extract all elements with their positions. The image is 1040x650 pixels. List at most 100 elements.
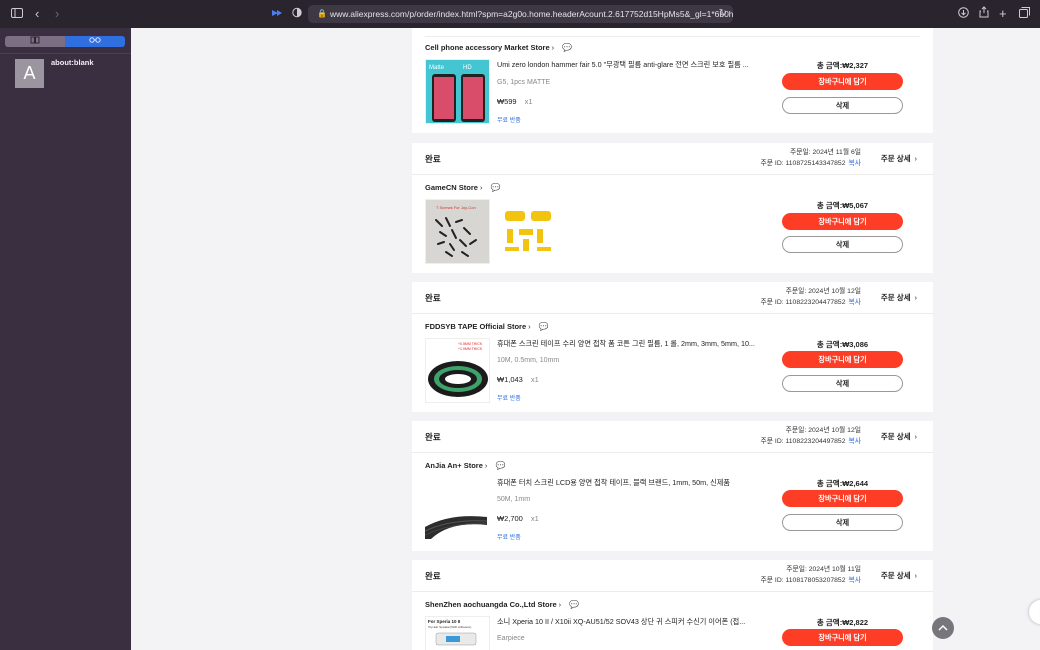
order-date: 주문일: 2024년 10월 12일 <box>785 427 861 434</box>
product-price: ₩2,700 x1 <box>497 514 539 523</box>
copy-id-button[interactable]: 복사 <box>848 299 861 306</box>
order-card: 완료 주문일: 2024년 11월 6일 주문 ID: 110872514334… <box>412 143 933 273</box>
order-details-link[interactable]: 주문 상세 › <box>881 292 917 303</box>
product-variant: 50M, 1mm <box>497 496 531 503</box>
add-to-cart-button[interactable]: 장바구니에 담기 <box>782 351 903 368</box>
order-card: Cell phone accessory Market Store › 💬 Mat… <box>412 28 933 133</box>
delete-order-button[interactable]: 삭제 <box>782 97 903 114</box>
order-id: 주문 ID: 1108725143347852 <box>760 159 846 167</box>
order-card-header: 완료 주문일: 2024년 10월 11일 주문 ID: 11081780532… <box>412 560 933 592</box>
order-id: 주문 ID: 1108178053207852 <box>760 576 846 584</box>
order-status: 완료 <box>425 154 441 164</box>
chat-icon[interactable]: 💬 <box>491 183 501 192</box>
chevron-right-icon: › <box>528 322 531 331</box>
scroll-to-top-button[interactable] <box>932 617 954 639</box>
chat-icon[interactable]: 💬 <box>569 600 579 609</box>
order-total: 총 금액:₩3,086 <box>816 340 869 349</box>
product-variant: 10M, 0.5mm, 10mm <box>497 357 560 364</box>
product-title[interactable]: 휴대폰 터치 스크린 LCD용 양면 접착 테이프, 블랙 브랜드, 1mm, … <box>497 478 759 488</box>
store-name[interactable]: AnJia An+ Store › 💬 <box>425 461 505 470</box>
sidebar-segmented-control <box>5 36 125 47</box>
add-to-cart-button[interactable]: 장바구니에 담기 <box>782 73 903 90</box>
back-icon[interactable]: ‹ <box>35 6 39 22</box>
glasses-icon <box>89 37 101 43</box>
order-status: 완료 <box>425 571 441 581</box>
chat-icon[interactable]: 💬 <box>539 322 549 331</box>
delete-order-button[interactable]: 삭제 <box>782 375 903 392</box>
order-meta: 주문일: 2024년 10월 12일 주문 ID: 11082232044778… <box>761 287 861 308</box>
product-thumbnail-2[interactable] <box>497 199 562 264</box>
order-card-header: 완료 주문일: 2024년 10월 12일 주문 ID: 11082232044… <box>412 282 933 314</box>
order-card: 완료 주문일: 2024년 10월 12일 주문 ID: 11082232044… <box>412 282 933 412</box>
order-status: 완료 <box>425 293 441 303</box>
add-to-cart-button[interactable]: 장바구니에 담기 <box>782 490 903 507</box>
product-thumbnail[interactable] <box>425 477 490 542</box>
order-meta: 주문일: 2024년 11월 6일 주문 ID: 110872514334785… <box>761 148 861 169</box>
product-price: ₩599 x1 <box>497 97 533 106</box>
extension-icon[interactable] <box>271 6 283 22</box>
store-name[interactable]: GameCN Store › 💬 <box>425 183 501 192</box>
order-card-header: 완료 주문일: 2024년 10월 12일 주문 ID: 11082232044… <box>412 421 933 453</box>
product-thumbnail[interactable]: Matte HD <box>425 59 490 124</box>
copy-id-button[interactable]: 복사 <box>848 438 861 445</box>
order-meta: 주문일: 2024년 10월 11일 주문 ID: 11081780532078… <box>761 565 861 586</box>
order-card: 완료 주문일: 2024년 10월 11일 주문 ID: 11081780532… <box>412 560 933 650</box>
download-icon[interactable] <box>958 6 969 22</box>
url-text: www.aliexpress.com/p/order/index.html?sp… <box>330 9 733 19</box>
product-variant: G5, 1pcs MATTE <box>497 79 551 86</box>
order-details-link[interactable]: 주문 상세 › <box>881 153 917 164</box>
thickness-caption-1: +0.5MM THICK <box>458 342 483 346</box>
order-list-page: Cell phone accessory Market Store › 💬 Mat… <box>131 28 1040 650</box>
bookmarks-tab[interactable] <box>5 36 65 47</box>
tab-favicon[interactable]: A <box>15 59 44 88</box>
delete-order-button[interactable]: 삭제 <box>782 514 903 531</box>
order-details-link[interactable]: 주문 상세 › <box>881 431 917 442</box>
free-return-label: 무료 반품 <box>497 535 521 541</box>
order-id: 주문 ID: 1108223204497852 <box>760 437 846 445</box>
order-total: 총 금액:₩5,067 <box>816 201 869 210</box>
privacy-shield-icon[interactable] <box>292 6 302 22</box>
sidebar-toggle-icon[interactable] <box>11 6 23 22</box>
product-title[interactable]: 소니 Xperia 10 II / X10ii XQ-AU51/52 SOV43… <box>497 617 759 627</box>
add-to-cart-button[interactable]: 장바구니에 담기 <box>782 629 903 646</box>
forward-icon[interactable]: › <box>55 6 59 22</box>
screws-caption: T Screws For Joy-Con <box>436 205 476 210</box>
delete-order-button[interactable]: 삭제 <box>782 236 903 253</box>
order-total: 총 금액:₩2,327 <box>816 61 869 70</box>
chevron-right-icon: › <box>479 183 483 192</box>
product-title[interactable]: 휴대폰 스크린 테이프 수리 양면 접착 폼 코튼 그린 필름, 1 롤, 2m… <box>497 339 759 349</box>
order-card: 완료 주문일: 2024년 10월 12일 주문 ID: 11082232044… <box>412 421 933 551</box>
reload-icon[interactable]: ↻ <box>719 5 727 23</box>
tab-title[interactable]: about:blank <box>51 58 94 67</box>
product-price: ₩1,043 x1 <box>497 375 539 384</box>
order-status: 완료 <box>425 432 441 442</box>
chat-icon[interactable]: 💬 <box>495 461 505 470</box>
chevron-right-icon: › <box>484 461 488 470</box>
chevron-right-icon: › <box>914 571 918 580</box>
lock-icon: 🔒 <box>317 9 327 18</box>
new-tab-icon[interactable]: + <box>999 6 1007 22</box>
store-name[interactable]: ShenZhen aochuangda Co.,Ltd Store › 💬 <box>425 600 579 609</box>
chat-icon[interactable]: 💬 <box>562 43 572 52</box>
order-details-link[interactable]: 주문 상세 › <box>881 570 917 581</box>
product-thumbnail[interactable]: T Screws For Joy-Con <box>425 199 490 264</box>
share-icon[interactable] <box>979 6 989 22</box>
order-total: 총 금액:₩2,822 <box>816 618 869 627</box>
store-name[interactable]: Cell phone accessory Market Store › 💬 <box>425 43 572 52</box>
product-title[interactable]: Umi zero london hammer fair 5.0 "무광택 필름 … <box>497 60 759 70</box>
product-thumbnail[interactable]: For Xperia 10 II Top Ear Speaker(With Ad… <box>425 616 490 650</box>
order-date: 주문일: 2024년 11월 6일 <box>789 149 861 156</box>
reading-list-tab[interactable] <box>65 36 125 47</box>
floating-widget[interactable]: › <box>1029 600 1040 624</box>
copy-id-button[interactable]: 복사 <box>848 160 861 167</box>
product-thumbnail[interactable]: +0.5MM THICK +1.0MM THICK <box>425 338 490 403</box>
address-bar[interactable]: 🔒 www.aliexpress.com/p/order/index.html?… <box>308 5 733 23</box>
order-date: 주문일: 2024년 10월 11일 <box>786 566 861 573</box>
add-to-cart-button[interactable]: 장바구니에 담기 <box>782 213 903 230</box>
tab-overview-icon[interactable] <box>1019 6 1030 22</box>
free-return-label: 무료 반품 <box>497 118 521 124</box>
store-name[interactable]: FDDSYB TAPE Official Store › 💬 <box>425 322 549 331</box>
copy-id-button[interactable]: 복사 <box>848 577 861 584</box>
order-date: 주문일: 2024년 10월 12일 <box>785 288 861 295</box>
book-icon <box>30 36 40 44</box>
